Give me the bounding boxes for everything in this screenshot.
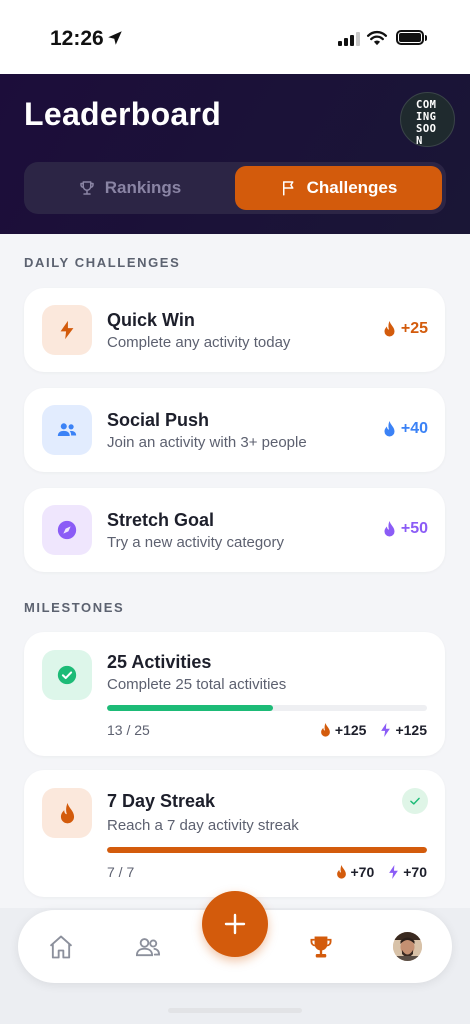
trophy-icon — [310, 936, 332, 958]
reward-points: +25 — [400, 320, 428, 337]
bolt-reward: +125 — [380, 722, 427, 738]
nav-leaderboard[interactable] — [306, 932, 336, 962]
milestone-rewards: +125 +125 — [320, 722, 427, 738]
people-icon — [57, 423, 77, 436]
flame-icon — [60, 802, 74, 823]
section-label-milestones: MILESTONES — [24, 600, 125, 615]
wifi-icon — [366, 30, 388, 46]
challenge-reward: +50 — [383, 520, 428, 538]
challenge-card-stretch-goal[interactable]: Stretch Goal Try a new activity category… — [24, 488, 445, 572]
challenge-subtitle: Complete any activity today — [107, 334, 291, 351]
status-bar: 12:26 — [0, 0, 470, 74]
badge-line: SOO — [416, 123, 437, 135]
page-title: Leaderboard — [24, 96, 222, 132]
location-arrow-icon — [108, 31, 122, 45]
flame-points: +125 — [334, 722, 367, 738]
challenge-icon-box — [42, 505, 92, 555]
tab-challenges[interactable]: Challenges — [235, 166, 442, 210]
completed-badge — [402, 788, 428, 814]
badge-line: COM — [416, 99, 437, 111]
milestone-rewards: +70 +70 — [336, 864, 427, 880]
challenge-title: Stretch Goal — [107, 510, 215, 530]
challenge-title: Social Push — [107, 410, 210, 430]
flame-icon — [384, 321, 395, 337]
challenge-subtitle: Join an activity with 3+ people — [107, 434, 307, 451]
cellular-signal-icon — [338, 32, 360, 46]
bolt-points: +125 — [395, 722, 427, 738]
add-activity-button[interactable] — [202, 891, 268, 957]
challenge-icon-box — [42, 405, 92, 455]
challenge-card-quick-win[interactable]: Quick Win Complete any activity today +2… — [24, 288, 445, 372]
challenge-reward: +25 — [383, 320, 428, 338]
reward-points: +40 — [400, 420, 428, 437]
flame-reward: +70 — [336, 864, 375, 880]
status-time: 12:26 — [50, 27, 104, 50]
challenge-reward: +40 — [383, 420, 428, 438]
home-indicator — [168, 1008, 302, 1013]
milestone-title: 7 Day Streak — [107, 791, 216, 811]
milestone-progress-bar — [107, 705, 427, 711]
milestone-progress-text: 7 / 7 — [107, 864, 135, 880]
badge-line: ING — [416, 111, 437, 123]
milestone-card-25-activities[interactable]: 25 Activities Complete 25 total activiti… — [24, 632, 445, 756]
flame-icon — [384, 421, 395, 437]
milestone-icon-box — [42, 788, 92, 838]
flame-points: +70 — [350, 864, 375, 880]
progress-fill — [107, 705, 274, 711]
flame-icon — [321, 723, 330, 737]
battery-icon — [396, 30, 427, 45]
progress-fill — [107, 847, 427, 853]
flag-icon — [282, 181, 294, 196]
challenge-subtitle: Try a new activity category — [107, 534, 285, 551]
people-icon — [135, 938, 161, 957]
tab-label: Challenges — [306, 178, 398, 197]
compass-icon — [57, 520, 77, 540]
milestone-title: 25 Activities — [107, 652, 212, 672]
lightning-icon — [381, 723, 391, 737]
bolt-points: +70 — [403, 864, 427, 880]
reward-points: +50 — [400, 520, 428, 537]
challenge-card-social-push[interactable]: Social Push Join an activity with 3+ peo… — [24, 388, 445, 472]
milestone-progress-bar — [107, 847, 427, 853]
milestone-progress-text: 13 / 25 — [107, 722, 150, 738]
challenge-icon-box — [42, 305, 92, 355]
lightning-icon — [389, 865, 399, 879]
check-icon — [410, 797, 420, 805]
flame-icon — [336, 865, 346, 879]
home-icon — [49, 935, 73, 959]
tab-rankings[interactable]: Rankings — [28, 166, 231, 210]
section-label-daily: DAILY CHALLENGES — [24, 255, 181, 270]
flame-icon — [384, 521, 395, 537]
nav-home[interactable] — [46, 932, 76, 962]
avatar[interactable] — [393, 932, 422, 961]
nav-people[interactable] — [133, 932, 163, 962]
milestone-card-7-day-streak[interactable]: 7 Day Streak Reach a 7 day activity stre… — [24, 770, 445, 897]
flame-reward: +125 — [320, 722, 367, 738]
tab-label: Rankings — [104, 178, 182, 197]
header: Leaderboard COM ING SOO N Rankings Chall… — [0, 74, 470, 234]
milestone-icon-box — [42, 650, 92, 700]
add-icon — [224, 913, 246, 935]
lightning-icon — [60, 320, 74, 340]
leaderboard-tabs: Rankings Challenges — [24, 162, 446, 214]
coming-soon-badge: COM ING SOO N — [400, 92, 455, 147]
trophy-icon — [79, 181, 94, 195]
milestone-subtitle: Reach a 7 day activity streak — [107, 817, 299, 834]
badge-line: N — [416, 135, 423, 147]
milestone-subtitle: Complete 25 total activities — [107, 676, 287, 693]
check-circle-icon — [57, 665, 77, 685]
bolt-reward: +70 — [388, 864, 427, 880]
challenge-title: Quick Win — [107, 310, 195, 330]
profile-photo-icon — [393, 932, 422, 961]
